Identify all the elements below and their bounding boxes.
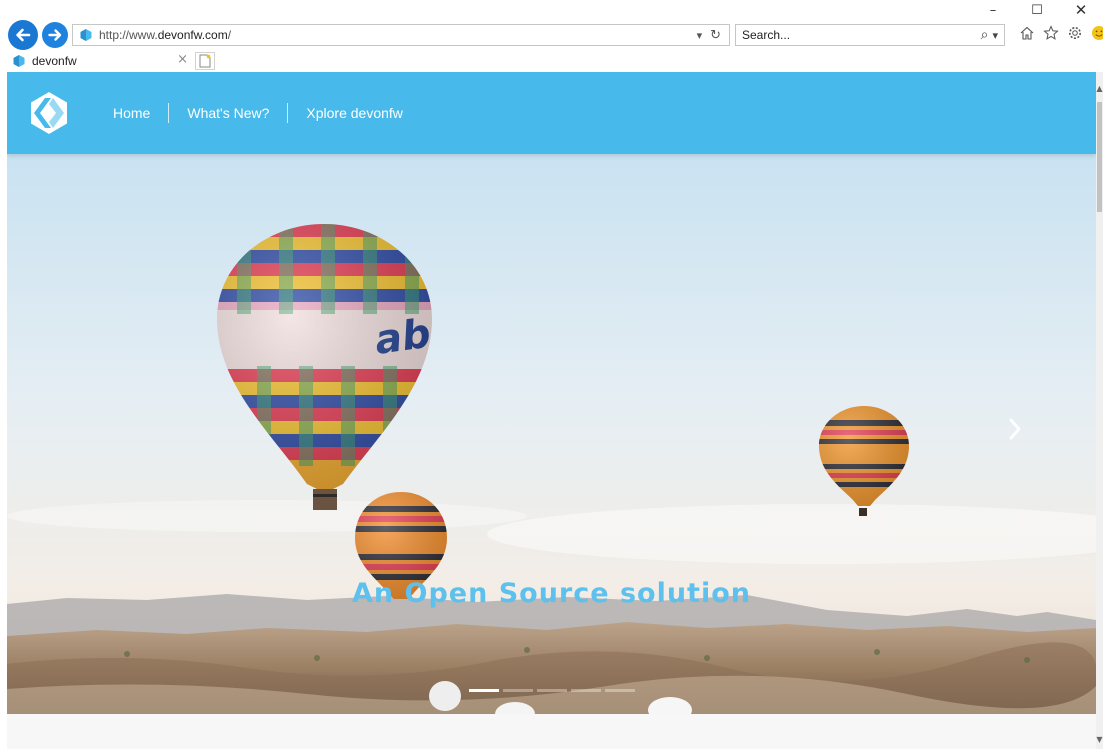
carousel-indicator[interactable] xyxy=(469,689,499,692)
tab-devonfw[interactable]: devonfw × xyxy=(8,51,192,71)
carousel-indicator[interactable] xyxy=(537,689,567,692)
address-bar[interactable]: http://www.devonfw.com/ ▾ ↻ xyxy=(72,24,730,46)
scroll-down-arrow-icon[interactable]: ▼ xyxy=(1096,735,1103,745)
content-section xyxy=(7,714,1096,749)
feedback-smiley-icon[interactable] xyxy=(1090,24,1103,42)
forward-button[interactable] xyxy=(42,22,68,48)
tab-favicon-icon xyxy=(13,55,25,67)
back-arrow-icon xyxy=(16,28,31,42)
tab-strip: devonfw × xyxy=(0,50,1103,72)
site-header: Home What's New? Xplore devonfw xyxy=(7,72,1096,154)
scroll-up-arrow-icon[interactable]: ▲ xyxy=(1096,84,1103,94)
search-dropdown-icon[interactable]: ▾ xyxy=(992,29,998,42)
forward-arrow-icon xyxy=(48,29,62,41)
back-button[interactable] xyxy=(8,20,38,50)
favorites-star-icon[interactable] xyxy=(1042,24,1060,42)
search-icon[interactable]: ⌕ xyxy=(981,27,989,43)
carousel-indicator[interactable] xyxy=(503,689,533,692)
carousel-indicator[interactable] xyxy=(571,689,601,692)
site-nav: Home What's New? Xplore devonfw xyxy=(95,103,421,123)
search-input[interactable] xyxy=(742,28,962,42)
url-prefix: http://www. xyxy=(99,28,158,42)
browser-chrome: – ☐ ✕ http://www.devonfw.com/ ▾ ↻ ⌕ ▾ xyxy=(0,0,1103,72)
nav-home-link[interactable]: Home xyxy=(95,105,168,121)
address-dropdown-icon[interactable]: ▾ xyxy=(697,29,703,42)
site-favicon-icon xyxy=(80,29,92,41)
scroll-thumb[interactable] xyxy=(1097,102,1102,212)
url-domain: devonfw.com xyxy=(157,28,228,42)
maximize-button[interactable]: ☐ xyxy=(1015,0,1059,20)
new-tab-button[interactable] xyxy=(195,52,215,70)
page-scrollbar[interactable]: ▲ ▼ xyxy=(1096,72,1103,749)
carousel-indicators xyxy=(469,689,635,692)
hero-balloons-image: abr xyxy=(7,154,1096,714)
tab-title: devonfw xyxy=(32,54,77,68)
carousel-indicator[interactable] xyxy=(605,689,635,692)
settings-gear-icon[interactable] xyxy=(1066,24,1084,42)
url-suffix: / xyxy=(227,28,232,42)
carousel-next-icon[interactable] xyxy=(1005,416,1025,442)
window-controls: – ☐ ✕ xyxy=(971,0,1103,20)
page-viewport: Home What's New? Xplore devonfw An Open … xyxy=(7,72,1096,749)
search-box[interactable]: ⌕ ▾ xyxy=(735,24,1005,46)
minimize-button[interactable]: – xyxy=(971,0,1015,20)
home-icon[interactable] xyxy=(1018,24,1036,42)
close-window-button[interactable]: ✕ xyxy=(1059,0,1103,20)
refresh-icon[interactable]: ↻ xyxy=(710,28,721,43)
new-tab-icon xyxy=(199,54,211,68)
nav-xplore-devonfw-link[interactable]: Xplore devonfw xyxy=(288,105,421,121)
url-text[interactable]: http://www.devonfw.com/ xyxy=(99,28,231,42)
tab-close-icon[interactable]: × xyxy=(177,52,188,67)
browser-toolbar xyxy=(1018,24,1103,42)
hero-carousel: abr xyxy=(7,154,1096,714)
nav-whats-new-link[interactable]: What's New? xyxy=(169,105,287,121)
devonfw-logo-icon[interactable] xyxy=(25,89,73,137)
hero-caption: An Open Source solution xyxy=(351,578,751,609)
